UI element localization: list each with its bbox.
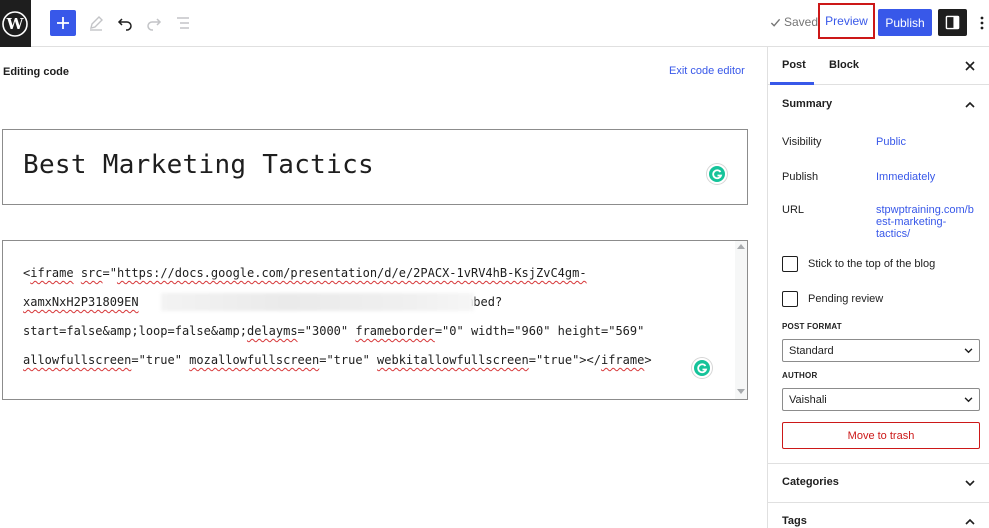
chevron-down-icon [962,394,974,406]
undo-button[interactable] [114,12,136,34]
divider [768,502,989,503]
pencil-icon [90,16,103,31]
publish-button[interactable]: Publish [878,9,932,36]
publish-label: Publish [782,171,819,183]
pending-review-label[interactable]: Pending review [808,293,883,305]
stick-to-top-checkbox[interactable] [782,256,798,272]
grammarly-icon[interactable] [707,164,727,184]
list-view-button[interactable] [172,12,194,34]
more-vertical-icon [980,16,984,30]
chevron-up-icon[interactable] [964,515,976,527]
pending-review-checkbox[interactable] [782,291,798,307]
tags-panel-heading[interactable]: Tags [782,515,807,527]
divider [768,463,989,464]
settings-toggle-button[interactable] [938,9,967,36]
chevron-up-icon[interactable] [964,98,976,110]
code-line-1: <iframe src="https://docs.google.com/pre… [23,266,587,280]
saved-label: Saved [784,15,819,29]
redo-icon [147,18,162,31]
post-format-select[interactable]: Standard [782,339,980,362]
saved-status: Saved [770,15,818,29]
publish-date-link[interactable]: Immediately [876,171,935,183]
code-line-3: start=false&amp;loop=false&amp;delayms="… [23,324,645,338]
url-link[interactable]: stpwptraining.com/b est-marketing- tacti… [876,204,974,240]
author-select[interactable]: Vaishali [782,388,980,411]
post-title-text: Best Marketing Tactics [23,150,374,180]
scroll-up-arrow-icon[interactable] [737,244,745,249]
summary-panel-heading[interactable]: Summary [782,98,832,110]
tab-post[interactable]: Post [782,59,806,71]
settings-sidebar: Post Block Summary Visibility Public Pub… [767,47,989,528]
scroll-down-arrow-icon[interactable] [737,389,745,394]
svg-text:W: W [5,15,24,33]
check-icon [770,18,781,27]
stick-to-top-label[interactable]: Stick to the top of the blog [808,258,935,270]
redacted-region [161,293,474,311]
code-scrollbar[interactable] [735,241,747,399]
move-to-trash-button[interactable]: Move to trash [782,422,980,449]
tab-block[interactable]: Block [829,59,859,71]
author-label: AUTHOR [782,371,818,380]
url-label: URL [782,204,805,216]
wordpress-logo-icon[interactable]: W [0,0,31,47]
visibility-label: Visibility [782,136,822,148]
options-button[interactable] [976,12,988,34]
plus-icon [57,17,69,29]
redo-button[interactable] [143,12,165,34]
categories-panel-heading[interactable]: Categories [782,476,839,488]
undo-icon [117,18,132,31]
chevron-down-icon[interactable] [964,477,976,489]
close-sidebar-button[interactable] [962,58,978,74]
list-view-icon [177,17,189,29]
tools-button[interactable] [85,12,107,34]
sidebar-tabs: Post Block [768,47,989,85]
sidebar-toggle-icon [945,15,960,30]
grammarly-icon[interactable] [692,358,712,378]
code-textarea[interactable]: <iframe src="https://docs.google.com/pre… [2,240,748,400]
editor-toolbar: W Saved Preview Publish [0,0,989,47]
close-icon [965,61,975,71]
preview-button[interactable]: Preview [818,3,875,39]
add-block-button[interactable] [50,10,76,36]
code-line-4: allowfullscreen="true" mozallowfullscree… [23,353,652,367]
exit-code-editor-link[interactable]: Exit code editor [669,65,745,77]
code-editor-area: Editing code Exit code editor Best Marke… [0,47,767,528]
editing-code-label: Editing code [3,66,69,78]
post-format-label: POST FORMAT [782,322,842,331]
post-title-input[interactable]: Best Marketing Tactics [2,129,748,205]
active-tab-indicator [770,82,814,85]
visibility-value-link[interactable]: Public [876,136,906,148]
chevron-down-icon [962,345,974,357]
